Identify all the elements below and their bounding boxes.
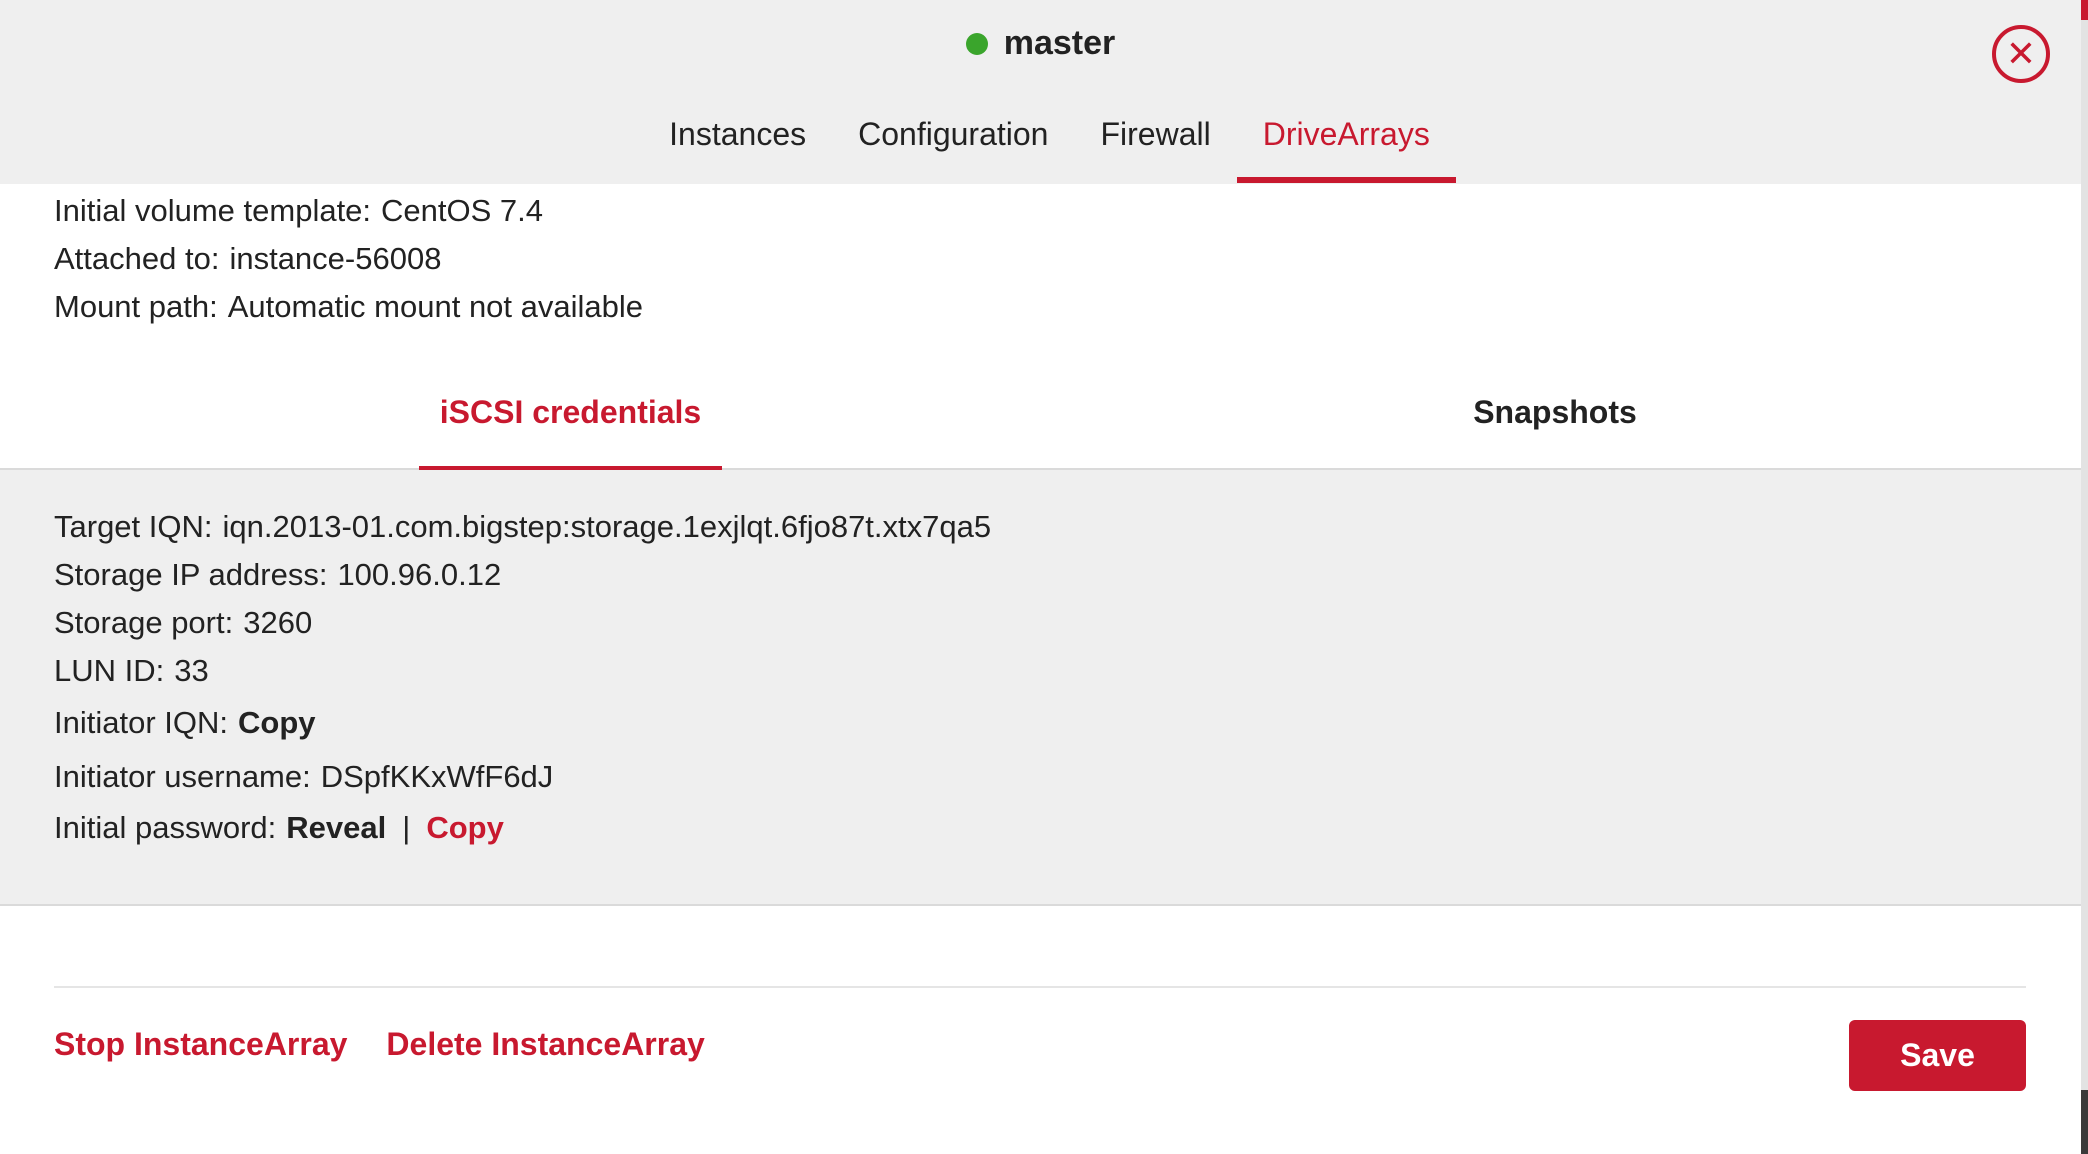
tab-instances[interactable]: Instances bbox=[643, 110, 832, 177]
storage-port-value: 3260 bbox=[243, 605, 313, 640]
initiator-username-label: Initiator username: bbox=[54, 759, 311, 794]
target-iqn-value: iqn.2013-01.com.bigstep:storage.1exjlqt.… bbox=[222, 509, 992, 544]
tab-drivearrays[interactable]: DriveArrays bbox=[1236, 110, 1456, 183]
tab-configuration[interactable]: Configuration bbox=[832, 110, 1074, 177]
drive-array-info: Initial volume template: CentOS 7.4 Attac… bbox=[54, 192, 643, 336]
info-row-mount: Mount path: Automatic mount not available bbox=[54, 288, 643, 336]
drive-subtabs: iSCSI credentials Snapshots bbox=[0, 384, 2081, 472]
storage-ip-value: 100.96.0.12 bbox=[337, 557, 502, 592]
password-copy-link[interactable]: Copy bbox=[426, 810, 504, 845]
background-edge-dark bbox=[2081, 1090, 2088, 1154]
subtab-iscsi-credentials[interactable]: iSCSI credentials bbox=[419, 394, 722, 472]
storage-port-label: Storage port: bbox=[54, 605, 234, 640]
background-edge-accent bbox=[2081, 0, 2088, 20]
template-label: Initial volume template: bbox=[54, 193, 372, 228]
main-tabs: Instances Configuration Firewall DriveAr… bbox=[0, 110, 2081, 183]
stop-instancearray-link[interactable]: Stop InstanceArray bbox=[54, 1026, 347, 1063]
lun-id-label: LUN ID: bbox=[54, 653, 165, 688]
initiator-username-row: Initiator username: DSpfKKxWfF6dJ bbox=[54, 754, 991, 808]
storage-port-row: Storage port: 3260 bbox=[54, 604, 991, 652]
password-reveal-link[interactable]: Reveal bbox=[286, 810, 386, 845]
template-value: CentOS 7.4 bbox=[381, 193, 544, 228]
save-button[interactable]: Save bbox=[1849, 1020, 2026, 1091]
status-dot-icon bbox=[965, 32, 988, 55]
info-row-attached: Attached to: instance-56008 bbox=[54, 240, 643, 288]
mount-value: Automatic mount not available bbox=[227, 289, 644, 324]
background-edge bbox=[2081, 0, 2088, 1154]
modal-title: master bbox=[0, 24, 2081, 63]
lun-id-value: 33 bbox=[174, 653, 209, 688]
subtab-snapshots[interactable]: Snapshots bbox=[1460, 394, 1650, 470]
initiator-username-value: DSpfKKxWfF6dJ bbox=[320, 759, 554, 794]
attached-value: instance-56008 bbox=[229, 241, 442, 276]
delete-instancearray-link[interactable]: Delete InstanceArray bbox=[386, 1026, 704, 1063]
modal-header: master ✕ Instances Configuration Firewal… bbox=[0, 0, 2081, 184]
instance-array-name: master bbox=[1003, 24, 1116, 62]
instance-array-modal: master ✕ Instances Configuration Firewal… bbox=[0, 0, 2081, 1154]
initial-password-row: Initial password: Reveal | Copy bbox=[54, 808, 991, 862]
initiator-iqn-copy-link[interactable]: Copy bbox=[238, 705, 316, 740]
footer-actions: Stop InstanceArray Delete InstanceArray bbox=[54, 1026, 705, 1063]
mount-label: Mount path: bbox=[54, 289, 218, 324]
attached-label: Attached to: bbox=[54, 241, 220, 276]
initial-password-label: Initial password: bbox=[54, 810, 277, 845]
password-link-separator: | bbox=[402, 810, 411, 845]
tab-firewall[interactable]: Firewall bbox=[1074, 110, 1236, 177]
storage-ip-row: Storage IP address: 100.96.0.12 bbox=[54, 556, 991, 604]
info-row-template: Initial volume template: CentOS 7.4 bbox=[54, 192, 643, 240]
target-iqn-row: Target IQN: iqn.2013-01.com.bigstep:stora… bbox=[54, 508, 991, 556]
footer-divider bbox=[54, 986, 2026, 988]
iscsi-credentials-panel: Target IQN: iqn.2013-01.com.bigstep:stora… bbox=[0, 470, 2081, 906]
close-icon[interactable]: ✕ bbox=[1992, 25, 2050, 83]
target-iqn-label: Target IQN: bbox=[54, 509, 213, 544]
storage-ip-label: Storage IP address: bbox=[54, 557, 328, 592]
lun-id-row: LUN ID: 33 bbox=[54, 652, 991, 700]
initiator-iqn-label: Initiator IQN: bbox=[54, 705, 228, 740]
initiator-iqn-row: Initiator IQN: Copy bbox=[54, 700, 991, 754]
